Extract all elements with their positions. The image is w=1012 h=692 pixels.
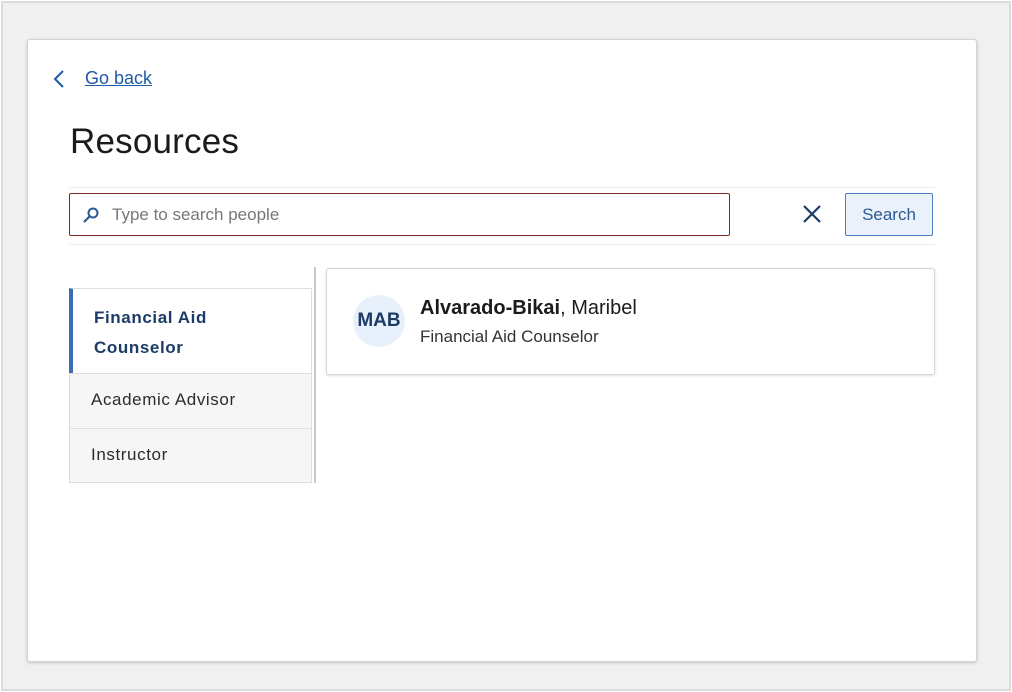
go-back-label[interactable]: Go back (85, 68, 152, 89)
window-frame: Go back Resources Search (1, 1, 1011, 691)
person-result-card[interactable]: MAB Alvarado-Bikai, Maribel Financial Ai… (326, 268, 935, 375)
avatar: MAB (353, 295, 405, 347)
name-separator: , (560, 297, 572, 319)
role-item-label: Academic Advisor (91, 390, 236, 409)
go-back-link[interactable]: Go back (52, 68, 152, 89)
close-icon (803, 205, 821, 223)
role-item-instructor[interactable]: Instructor (69, 428, 312, 483)
search-icon (82, 206, 100, 224)
search-box[interactable] (69, 193, 730, 236)
page-title: Resources (70, 122, 240, 161)
chevron-left-icon (52, 69, 66, 89)
role-item-label: Instructor (91, 445, 168, 464)
search-input[interactable] (110, 198, 714, 231)
role-item-label: Financial Aid Counselor (94, 308, 207, 357)
search-button[interactable]: Search (845, 193, 933, 236)
clear-search-button[interactable] (799, 201, 825, 227)
role-item-academic-advisor[interactable]: Academic Advisor (69, 373, 312, 429)
person-last-name: Alvarado-Bikai (420, 297, 561, 319)
role-item-financial-aid-counselor[interactable]: Financial Aid Counselor (69, 288, 312, 374)
search-bar: Search (69, 187, 935, 245)
resources-card: Go back Resources Search (27, 39, 977, 662)
person-first-name: Maribel (571, 297, 637, 319)
person-name: Alvarado-Bikai, Maribel (420, 297, 637, 320)
person-role: Financial Aid Counselor (420, 327, 599, 346)
role-filter-list: Financial Aid Counselor Academic Advisor… (69, 267, 316, 483)
